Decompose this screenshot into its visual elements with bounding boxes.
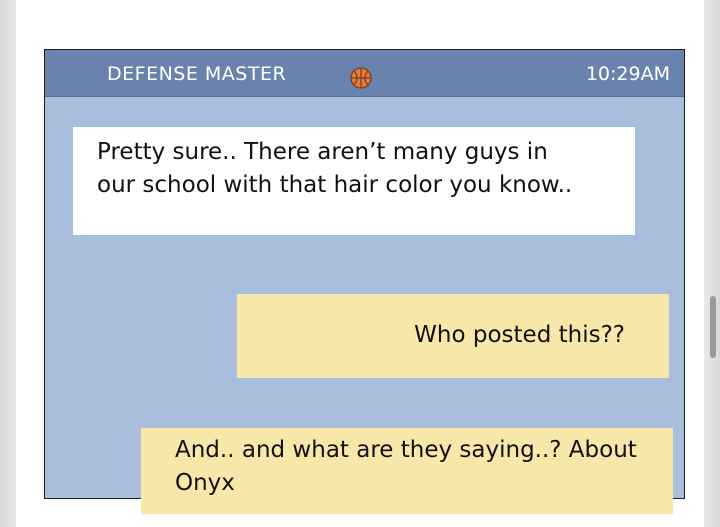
- message-line: Onyx: [175, 470, 235, 496]
- left-gutter: [0, 0, 16, 527]
- scrollbar-thumb[interactable]: [710, 296, 716, 358]
- message-line: Pretty sure.. There aren’t many guys in: [97, 139, 548, 165]
- chat-time: 10:29AM: [585, 63, 670, 85]
- basketball-icon: [350, 67, 372, 89]
- chat-panel: DEFENSE MASTER 10:29AM Pretty sure.. The…: [44, 49, 685, 514]
- message-bubble-sent: Who posted this??: [237, 294, 669, 378]
- chat-title: DEFENSE MASTER: [107, 63, 287, 85]
- message-bubble-sent: And.. and what are they saying..? About …: [141, 428, 673, 514]
- message-line: Who posted this??: [414, 322, 625, 348]
- message-line: And.. and what are they saying..? About: [175, 437, 637, 463]
- chat-header: DEFENSE MASTER 10:29AM: [45, 50, 684, 97]
- page: DEFENSE MASTER 10:29AM Pretty sure.. The…: [0, 0, 720, 527]
- message-line: our school with that hair color you know…: [97, 172, 573, 198]
- message-bubble-received: Pretty sure.. There aren’t many guys in …: [73, 127, 635, 235]
- right-gutter: [704, 0, 720, 527]
